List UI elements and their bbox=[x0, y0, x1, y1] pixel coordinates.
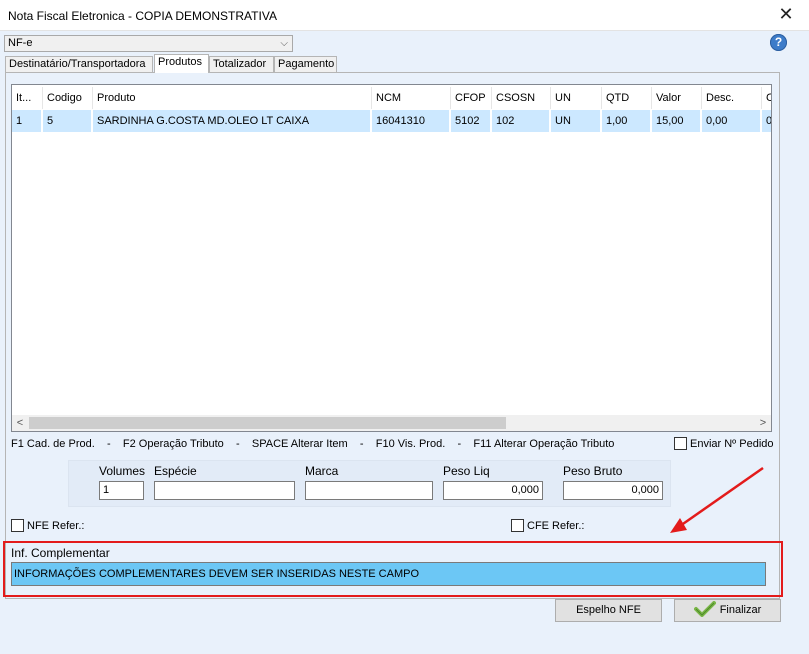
cfe-refer-label: CFE Refer.: bbox=[527, 520, 585, 532]
check-icon bbox=[693, 601, 716, 617]
tab-produtos[interactable]: Produtos bbox=[154, 54, 209, 73]
enviar-pedido-option[interactable]: Enviar Nº Pedido bbox=[674, 437, 774, 450]
title-bar: Nota Fiscal Eletronica - COPIA DEMONSTRA… bbox=[0, 0, 809, 31]
enviar-pedido-label: Enviar Nº Pedido bbox=[690, 438, 774, 450]
table-cell: 1 bbox=[12, 110, 43, 132]
espelho-nfe-button[interactable]: Espelho NFE bbox=[555, 599, 662, 622]
column-header[interactable]: Desc. bbox=[702, 87, 762, 109]
tab-destinatario[interactable]: Destinatário/Transportadora bbox=[5, 56, 153, 72]
close-icon[interactable]: ✕ bbox=[763, 0, 809, 31]
table-cell: 5102 bbox=[451, 110, 492, 132]
column-header[interactable]: NCM bbox=[372, 87, 451, 109]
column-header[interactable]: CFOP bbox=[451, 87, 492, 109]
table-cell: 15,00 bbox=[652, 110, 702, 132]
inf-complementar-input[interactable]: INFORMAÇÕES COMPLEMENTARES DEVEM SER INS… bbox=[11, 562, 766, 586]
column-header[interactable]: Valor bbox=[652, 87, 702, 109]
nfe-refer-label: NFE Refer.: bbox=[27, 520, 85, 532]
scroll-left-icon[interactable]: < bbox=[12, 415, 28, 431]
cfe-refer-option[interactable]: CFE Refer.: bbox=[511, 519, 584, 532]
finalizar-label: Finalizar bbox=[719, 604, 762, 616]
marca-input[interactable] bbox=[305, 481, 433, 500]
marca-label: Marca bbox=[305, 464, 339, 478]
doc-type-select[interactable]: NF-e ⌵ bbox=[4, 35, 293, 52]
finalizar-button[interactable]: Finalizar bbox=[674, 599, 781, 622]
horizontal-scrollbar[interactable]: < > bbox=[12, 415, 771, 431]
table-cell: 0, bbox=[762, 110, 771, 132]
table-cell: SARDINHA G.COSTA MD.OLEO LT CAIXA bbox=[93, 110, 372, 132]
table-header: It... Codigo Produto NCM CFOP CSOSN UN Q… bbox=[12, 87, 771, 109]
products-table[interactable]: It... Codigo Produto NCM CFOP CSOSN UN Q… bbox=[11, 84, 772, 432]
table-cell: 102 bbox=[492, 110, 551, 132]
column-header[interactable]: Produto bbox=[93, 87, 372, 109]
cfe-refer-checkbox[interactable] bbox=[511, 519, 524, 532]
especie-label: Espécie bbox=[154, 464, 197, 478]
column-header[interactable]: It... bbox=[12, 87, 43, 109]
column-header[interactable]: Codigo bbox=[43, 87, 93, 109]
peso-bruto-input[interactable]: 0,000 bbox=[563, 481, 663, 500]
enviar-pedido-checkbox[interactable] bbox=[674, 437, 687, 450]
volumes-input[interactable]: 1 bbox=[99, 481, 144, 500]
table-cell: 0,00 bbox=[702, 110, 762, 132]
scroll-right-icon[interactable]: > bbox=[755, 415, 771, 431]
table-cell: 16041310 bbox=[372, 110, 451, 132]
peso-liq-label: Peso Liq bbox=[443, 464, 490, 478]
chevron-down-icon: ⌵ bbox=[280, 38, 288, 49]
especie-input[interactable] bbox=[154, 481, 295, 500]
scroll-thumb[interactable] bbox=[29, 417, 506, 429]
column-header[interactable]: C bbox=[762, 87, 771, 109]
column-header[interactable]: UN bbox=[551, 87, 602, 109]
keyboard-shortcuts: F1 Cad. de Prod. - F2 Operação Tributo -… bbox=[11, 438, 615, 450]
nfe-refer-checkbox[interactable] bbox=[11, 519, 24, 532]
peso-bruto-label: Peso Bruto bbox=[563, 464, 623, 478]
nfe-refer-option[interactable]: NFE Refer.: bbox=[11, 519, 84, 532]
inf-complementar-label: Inf. Complementar bbox=[11, 546, 110, 560]
table-cell: 1,00 bbox=[602, 110, 652, 132]
volumes-label: Volumes bbox=[99, 464, 146, 478]
tab-totalizador[interactable]: Totalizador bbox=[209, 56, 274, 72]
column-header[interactable]: CSOSN bbox=[492, 87, 551, 109]
help-icon[interactable]: ? bbox=[770, 34, 787, 51]
peso-liq-input[interactable]: 0,000 bbox=[443, 481, 543, 500]
table-cell: UN bbox=[551, 110, 602, 132]
table-cell: 5 bbox=[43, 110, 93, 132]
doc-type-value: NF-e bbox=[8, 37, 33, 49]
window-title: Nota Fiscal Eletronica - COPIA DEMONSTRA… bbox=[8, 9, 277, 23]
column-header[interactable]: QTD bbox=[602, 87, 652, 109]
table-row[interactable]: 1 5 SARDINHA G.COSTA MD.OLEO LT CAIXA 16… bbox=[12, 110, 771, 132]
tab-pagamento[interactable]: Pagamento bbox=[274, 56, 337, 72]
